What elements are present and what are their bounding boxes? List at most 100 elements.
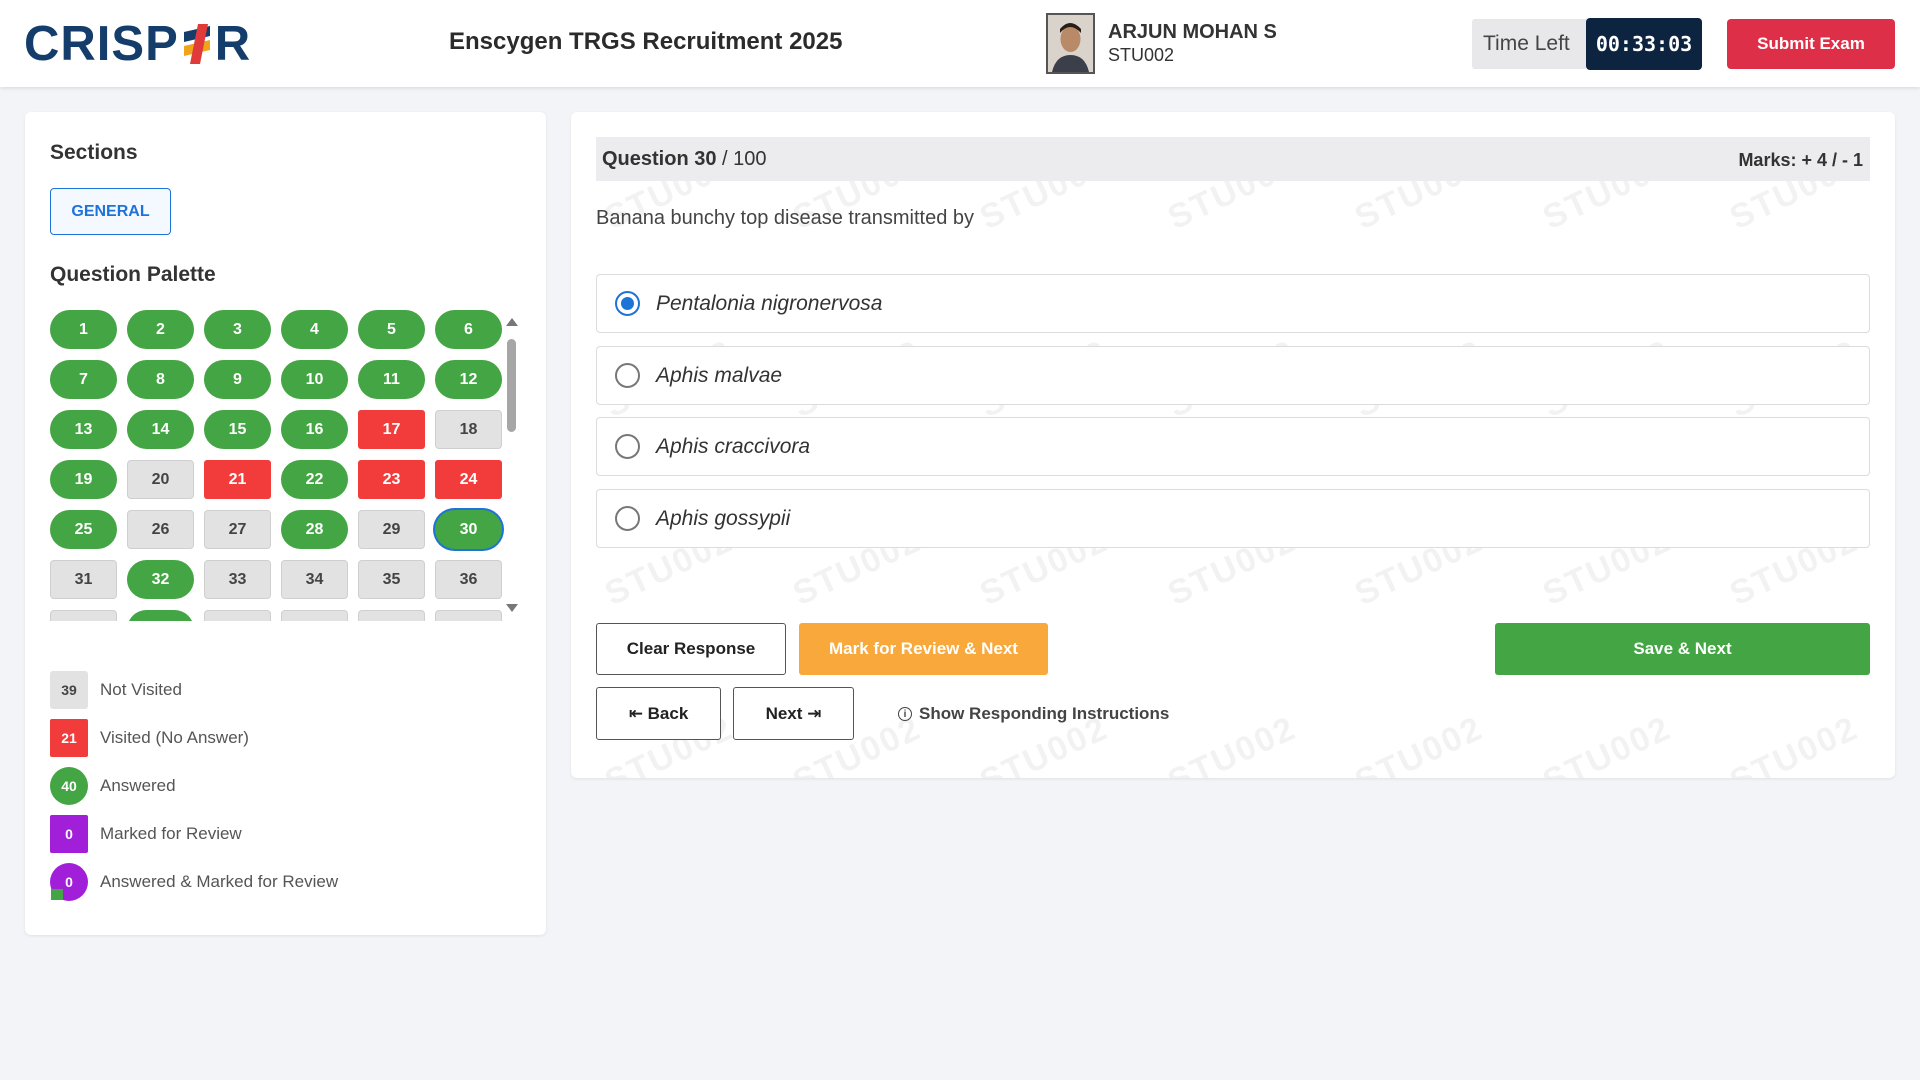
palette-question-button[interactable]: 20 bbox=[127, 460, 194, 499]
question-total: / 100 bbox=[722, 148, 767, 170]
palette-question-button[interactable]: 23 bbox=[358, 460, 425, 499]
legend-label: Answered & Marked for Review bbox=[100, 872, 339, 891]
time-left-label: Time Left bbox=[1483, 32, 1570, 55]
legend-item: 39 Not Visited bbox=[50, 671, 338, 709]
countdown-timer: 00:33:03 bbox=[1586, 18, 1702, 70]
legend-count: 40 bbox=[61, 778, 77, 794]
palette-question-button[interactable]: 19 bbox=[50, 460, 117, 499]
palette-question-button[interactable]: 1 bbox=[50, 310, 117, 349]
palette-question-button[interactable] bbox=[204, 610, 271, 621]
info-icon: i bbox=[898, 707, 912, 721]
option-3[interactable]: Aphis craccivora bbox=[596, 417, 1870, 476]
sections-title: Sections bbox=[50, 141, 138, 164]
palette-question-button[interactable]: 29 bbox=[358, 510, 425, 549]
submit-exam-button[interactable]: Submit Exam bbox=[1727, 19, 1895, 69]
palette-question-button[interactable] bbox=[435, 610, 502, 621]
palette-legend: 39 Not Visited 21 Visited (No Answer) 40 Answ… bbox=[50, 671, 338, 911]
legend-count-badge: 39 bbox=[50, 671, 88, 709]
palette-question-button[interactable]: 21 bbox=[204, 460, 271, 499]
scroll-up-arrow-icon[interactable] bbox=[506, 318, 518, 326]
palette-question-button[interactable]: 10 bbox=[281, 360, 348, 399]
palette-question-button[interactable]: 30 bbox=[435, 510, 502, 549]
candidate-id: STU002 bbox=[1108, 45, 1175, 65]
palette-question-button[interactable]: 12 bbox=[435, 360, 502, 399]
mark-for-review-button[interactable]: Mark for Review & Next bbox=[799, 623, 1048, 675]
palette-question-button[interactable]: 18 bbox=[435, 410, 502, 449]
palette-question-button[interactable]: 34 bbox=[281, 560, 348, 599]
radio-button[interactable] bbox=[615, 506, 640, 531]
option-1[interactable]: Pentalonia nigronervosa bbox=[596, 274, 1870, 333]
palette-question-button[interactable]: 13 bbox=[50, 410, 117, 449]
palette-question-button[interactable]: 28 bbox=[281, 510, 348, 549]
palette-question-button[interactable]: 17 bbox=[358, 410, 425, 449]
palette-question-button[interactable]: 27 bbox=[204, 510, 271, 549]
question-header-bar bbox=[596, 137, 1870, 181]
palette-question-button[interactable] bbox=[358, 610, 425, 621]
radio-button[interactable] bbox=[615, 363, 640, 388]
legend-label: Answered bbox=[100, 776, 176, 795]
top-header: CRISP R Enscygen TRGS Recruitment 2025 A… bbox=[0, 0, 1920, 87]
section-general-button[interactable]: GENERAL bbox=[50, 188, 171, 235]
palette-question-button[interactable] bbox=[50, 610, 117, 621]
palette-question-button[interactable]: 26 bbox=[127, 510, 194, 549]
palette-question-button[interactable]: 36 bbox=[435, 560, 502, 599]
legend-label: Not Visited bbox=[100, 680, 182, 699]
legend-count: 39 bbox=[61, 682, 77, 698]
legend-label: Visited (No Answer) bbox=[100, 728, 249, 747]
palette-question-button[interactable]: 33 bbox=[204, 560, 271, 599]
palette-question-button[interactable]: 25 bbox=[50, 510, 117, 549]
question-marks: Marks: + 4 / - 1 bbox=[1738, 150, 1863, 170]
question-number: Question 30 / 100 bbox=[602, 148, 767, 171]
candidate-name: ARJUN MOHAN S bbox=[1108, 21, 1277, 43]
legend-count-badge: 0 bbox=[50, 863, 88, 901]
legend-count: 21 bbox=[61, 730, 77, 746]
exam-title: Enscygen TRGS Recruitment 2025 bbox=[449, 28, 843, 55]
palette-question-button[interactable]: 11 bbox=[358, 360, 425, 399]
palette-question-button[interactable]: 2 bbox=[127, 310, 194, 349]
next-button[interactable]: Next ⇥ bbox=[733, 687, 854, 740]
show-instructions-link[interactable]: i Show Responding Instructions bbox=[898, 704, 1169, 724]
palette-question-button[interactable]: 8 bbox=[127, 360, 194, 399]
scroll-down-arrow-icon[interactable] bbox=[506, 604, 518, 612]
palette-question-button[interactable] bbox=[127, 610, 194, 621]
palette-question-button[interactable]: 16 bbox=[281, 410, 348, 449]
logo-mark-icon bbox=[183, 24, 210, 64]
radio-button[interactable] bbox=[615, 434, 640, 459]
legend-count: 0 bbox=[65, 874, 73, 890]
question-label: Question 30 bbox=[602, 148, 717, 170]
palette-question-button[interactable]: 31 bbox=[50, 560, 117, 599]
back-button[interactable]: ⇤ Back bbox=[596, 687, 721, 740]
option-label: Aphis craccivora bbox=[656, 434, 811, 458]
palette-grid: 1 2 3 4 5 6 7 8 9 10 11 12 13 14 15 16 17 18 19 20 21 22 23 24 2… bbox=[50, 310, 502, 621]
palette-question-button[interactable]: 24 bbox=[435, 460, 502, 499]
palette-question-button[interactable]: 15 bbox=[204, 410, 271, 449]
palette-question-button[interactable]: 3 bbox=[204, 310, 271, 349]
palette-question-button[interactable]: 32 bbox=[127, 560, 194, 599]
palette-question-button[interactable]: 14 bbox=[127, 410, 194, 449]
palette-question-button[interactable] bbox=[281, 610, 348, 621]
palette-question-button[interactable]: 35 bbox=[358, 560, 425, 599]
save-and-next-button[interactable]: Save & Next bbox=[1495, 623, 1870, 675]
legend-item: 0 Answered & Marked for Review bbox=[50, 863, 338, 901]
instructions-label: Show Responding Instructions bbox=[919, 704, 1170, 723]
question-palette: 1 2 3 4 5 6 7 8 9 10 11 12 13 14 15 16 17 18 19 20 21 22 23 24 2… bbox=[48, 306, 506, 621]
palette-question-button[interactable]: 6 bbox=[435, 310, 502, 349]
palette-question-button[interactable]: 9 bbox=[204, 360, 271, 399]
option-label: Pentalonia nigronervosa bbox=[656, 291, 883, 315]
palette-question-button[interactable]: 5 bbox=[358, 310, 425, 349]
legend-label: Marked for Review bbox=[100, 824, 242, 843]
option-label: Aphis malvae bbox=[656, 363, 783, 387]
palette-scrollbar[interactable] bbox=[507, 339, 516, 432]
palette-question-button[interactable]: 22 bbox=[281, 460, 348, 499]
watermark-text: STU002 bbox=[1349, 708, 1490, 778]
answered-corner-icon bbox=[51, 889, 63, 900]
palette-question-button[interactable]: 7 bbox=[50, 360, 117, 399]
radio-button[interactable] bbox=[615, 291, 640, 316]
option-label: Aphis gossypii bbox=[656, 506, 791, 530]
clear-response-button[interactable]: Clear Response bbox=[596, 623, 786, 675]
option-2[interactable]: Aphis malvae bbox=[596, 346, 1870, 405]
candidate-avatar bbox=[1046, 13, 1095, 74]
option-4[interactable]: Aphis gossypii bbox=[596, 489, 1870, 548]
question-text: Banana bunchy top disease transmitted by bbox=[596, 207, 975, 229]
palette-question-button[interactable]: 4 bbox=[281, 310, 348, 349]
